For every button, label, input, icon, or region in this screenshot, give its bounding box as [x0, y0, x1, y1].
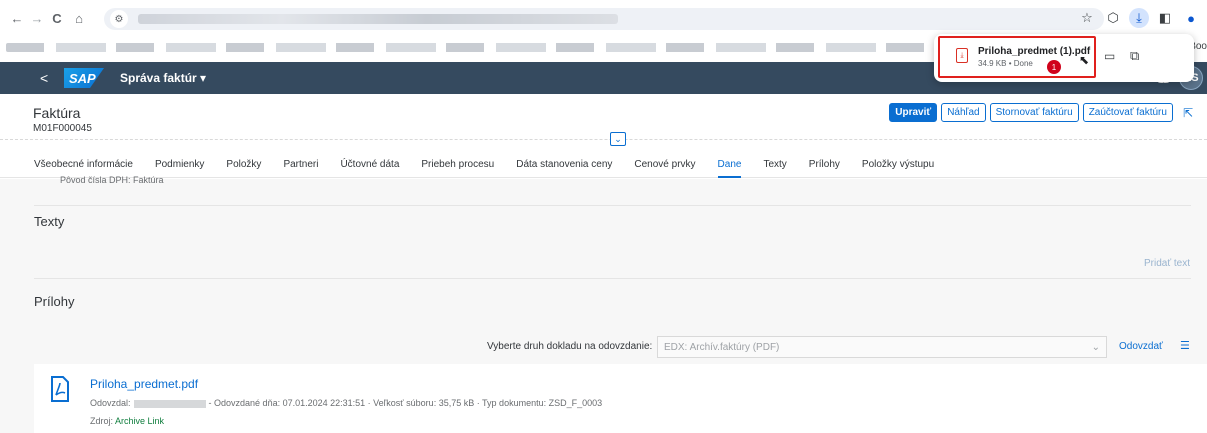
browser-right-icons: ☆ ⬡ ⤓ ◧ ● — [1077, 8, 1201, 28]
tab-pricing-data[interactable]: Dáta stanovenia ceny — [516, 150, 612, 178]
tab-output-items[interactable]: Položky výstupu — [862, 150, 934, 178]
edit-button[interactable]: Upraviť — [889, 103, 938, 122]
back-arrow-icon[interactable]: ← — [6, 7, 28, 29]
tab-partners[interactable]: Partneri — [283, 150, 318, 178]
object-header: Faktúra M01F000045 Upraviť Náhľad Storno… — [0, 94, 1207, 140]
document-type-value: EDX: Archív.faktúry (PDF) — [664, 341, 780, 353]
tab-items[interactable]: Položky — [226, 150, 261, 178]
attachment-meta: Odovzdal: - Odovzdané dňa: 07.01.2024 22:… — [90, 398, 602, 408]
extensions-icon[interactable]: ⬡ — [1103, 8, 1123, 28]
document-id: M01F000045 — [33, 123, 92, 134]
tab-attachments[interactable]: Prílohy — [809, 150, 840, 178]
pdf-file-icon — [51, 376, 69, 402]
tab-texts[interactable]: Texty — [763, 150, 786, 178]
reload-icon[interactable]: C — [46, 7, 68, 29]
chevron-down-icon: ⌄ — [1091, 341, 1100, 353]
attachment-name-link[interactable]: Priloha_predmet.pdf — [90, 377, 198, 391]
tab-price-elements[interactable]: Cenové prvky — [634, 150, 695, 178]
preview-button[interactable]: Náhľad — [941, 103, 986, 122]
show-in-folder-icon[interactable]: ▭ — [1104, 49, 1115, 63]
forward-arrow-icon[interactable]: → — [26, 7, 48, 29]
add-text-link[interactable]: Pridať text — [1144, 258, 1190, 269]
download-file-name[interactable]: Priloha_predmet (1).pdf — [978, 46, 1090, 57]
sidepanel-icon[interactable]: ◧ — [1155, 8, 1175, 28]
url-redacted — [138, 14, 618, 24]
section-divider — [34, 205, 1191, 206]
tax-origin-row: Pôvod čísla DPH: Faktúra — [60, 175, 164, 185]
home-icon[interactable]: ⌂ — [68, 7, 90, 29]
section-divider — [34, 278, 1191, 279]
post-invoice-button[interactable]: Zaúčtovať faktúru — [1082, 103, 1173, 122]
share-icon[interactable]: ⇱ — [1183, 106, 1193, 120]
document-type-select[interactable]: EDX: Archív.faktúry (PDF) ⌄ — [657, 336, 1107, 358]
shell-back-button[interactable]: < — [40, 70, 54, 86]
collapse-header-button[interactable]: ⌄ — [610, 132, 626, 146]
star-icon[interactable]: ☆ — [1077, 8, 1097, 28]
page-title: Faktúra — [33, 105, 81, 121]
download-item[interactable]: ⤓ Priloha_predmet (1).pdf 34.9 KB • Done… — [938, 36, 1096, 78]
cancel-invoice-button[interactable]: Stornovať faktúru — [989, 103, 1079, 122]
download-status: 34.9 KB • Done — [978, 59, 1033, 68]
tab-conditions[interactable]: Podmienky — [155, 150, 204, 178]
archive-link[interactable]: Archive Link — [115, 416, 164, 426]
address-bar[interactable]: ⚙ — [104, 8, 1104, 30]
browser-toolbar: ← → C ⌂ ⚙ ☆ ⬡ ⤓ ◧ ● — [0, 0, 1207, 36]
bookmarks-redacted — [6, 43, 946, 52]
attachments-section-title: Prílohy — [34, 294, 75, 309]
uploaded-by-label: Odovzdal: — [90, 398, 131, 408]
tab-accounting-data[interactable]: Účtovné dáta — [340, 150, 399, 178]
tab-general-info[interactable]: Všeobecné informácie — [34, 150, 133, 178]
step-badge: 1 — [1047, 60, 1061, 74]
settings-icon[interactable]: ☰ — [1180, 339, 1190, 352]
cursor-icon: ⬉ — [1079, 53, 1090, 67]
document-type-label: Vyberte druh dokladu na odovzdanie: — [487, 341, 653, 352]
tab-bar: Všeobecné informácie Podmienky Položky P… — [0, 150, 1207, 178]
header-actions: Upraviť Náhľad Stornovať faktúru Zaúčtov… — [889, 103, 1193, 122]
sap-logo[interactable]: SAP — [64, 68, 104, 88]
tab-taxes[interactable]: Dane — [717, 150, 741, 178]
upload-button[interactable]: Odovzdať — [1119, 341, 1163, 352]
attachment-source: Zdroj: Archive Link — [90, 416, 164, 426]
profile-icon[interactable]: ● — [1181, 8, 1201, 28]
download-icon[interactable]: ⤓ — [1129, 8, 1149, 28]
site-info-icon[interactable]: ⚙ — [110, 10, 128, 28]
tab-process-flow[interactable]: Priebeh procesu — [421, 150, 494, 178]
attachment-details: - Odovzdané dňa: 07.01.2024 22:31:51 · V… — [208, 398, 603, 408]
source-label: Zdroj: — [90, 416, 114, 426]
app-title-menu[interactable]: Správa faktúr ▾ — [120, 71, 206, 85]
texts-section-title: Texty — [34, 214, 65, 229]
downloads-popup: ⤓ Priloha_predmet (1).pdf 34.9 KB • Done… — [934, 34, 1194, 82]
attachment-item: Priloha_predmet.pdf Odovzdal: - Odovzdané… — [34, 364, 1207, 433]
open-external-icon[interactable]: ⧉ — [1130, 48, 1139, 64]
pdf-icon: ⤓ — [956, 48, 968, 63]
uploader-redacted — [133, 399, 206, 408]
